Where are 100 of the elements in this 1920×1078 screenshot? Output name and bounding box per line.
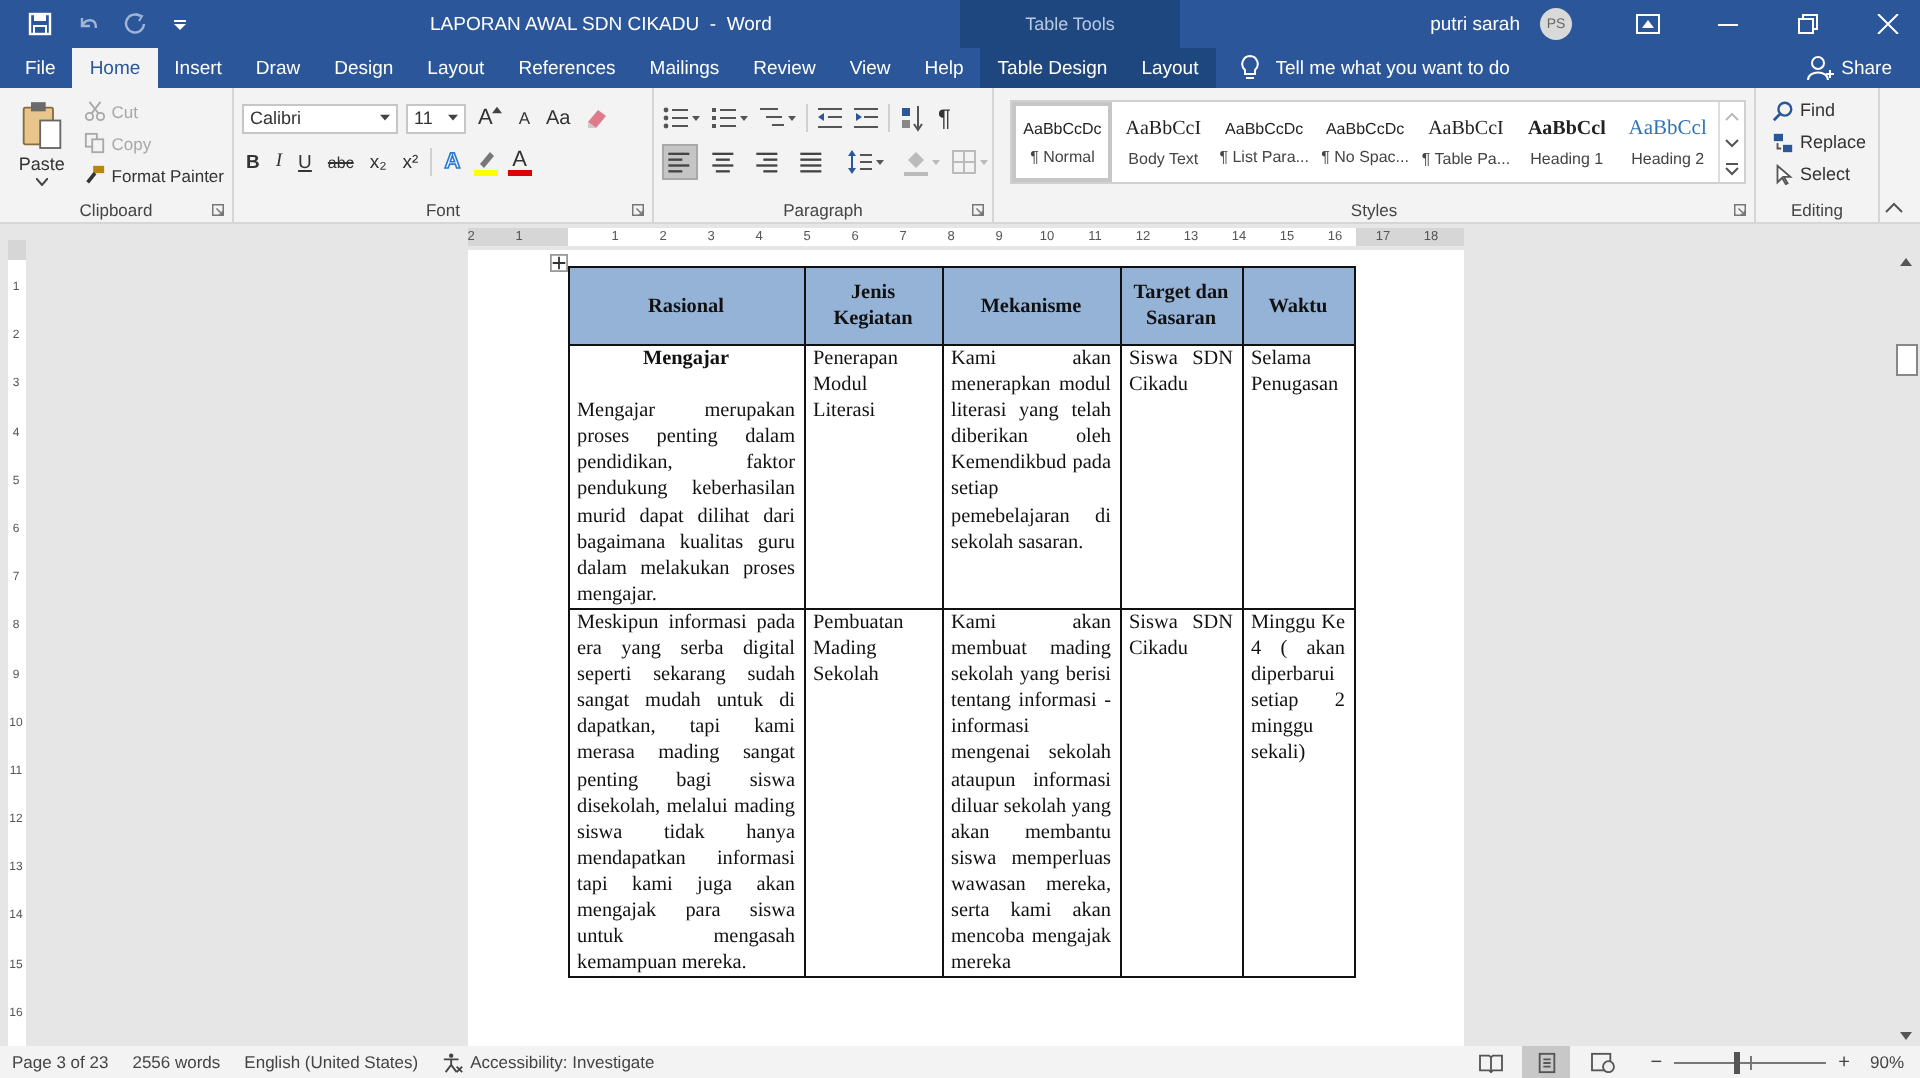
group-label: Paragraph [783,199,863,219]
ribbon-tab[interactable]: Layout [1124,48,1216,88]
ribbon-tab[interactable]: References [501,48,633,88]
column-header: Target dan Sasaran [1120,267,1242,345]
table-cell: Selama Penugasan [1242,345,1354,609]
style-item[interactable]: AaBbCcI Body Text [1112,102,1214,182]
accessibility-status[interactable]: Accessibility: Investigate [470,1052,655,1072]
column-header: Waktu [1242,267,1354,345]
sort-icon[interactable] [898,104,926,132]
zoom-level[interactable]: 90% [1869,1052,1904,1072]
accessibility-icon[interactable] [442,1051,465,1073]
clipboard-command[interactable]: Format Painter [83,160,224,190]
editing-command[interactable]: Find [1772,96,1870,124]
customize-icon[interactable] [172,16,188,32]
style-item[interactable]: AaBbCcDc ¶ List Para... [1213,102,1315,182]
font-size-field[interactable]: 11 [406,103,466,133]
table-move-handle-icon[interactable] [549,254,567,272]
numbering-icon[interactable] [710,104,750,132]
dialog-launcher-icon[interactable] [212,203,224,215]
table-cell: Minggu Ke 4 ( akan diperbarui setiap 2 minggu sekali) [1242,608,1354,978]
eraser-icon[interactable] [582,104,611,132]
group-label: Clipboard [79,199,153,219]
style-item[interactable]: AaBbCcDc ¶ Normal [1012,102,1113,182]
ribbon-tab[interactable]: View [832,48,908,88]
multilevel-list-icon[interactable] [758,104,798,132]
web-page-icon [1589,1051,1616,1073]
column-header: Rasional [568,267,804,345]
shrink-font-button[interactable]: A [514,102,535,134]
pointer-icon [1772,163,1794,185]
paste-button[interactable]: Paste [8,96,76,196]
grow-font-button[interactable]: A [474,102,507,134]
style-item[interactable]: AaBbCcl Heading 2 [1617,102,1719,182]
zoom-out-button[interactable]: − [1650,1051,1663,1073]
format-button[interactable]: I [271,146,287,178]
align-button[interactable] [662,144,698,180]
replace-icon [1772,131,1794,153]
ribbon-tab[interactable]: Review [736,48,833,88]
format-button[interactable]: abc [323,146,358,178]
ribbon-tab[interactable]: Help [907,48,981,88]
ribbon-tab[interactable]: File [8,48,73,88]
caret-icon [35,178,48,186]
zoom-in-button[interactable]: + [1838,1051,1850,1073]
save-icon[interactable] [28,12,52,36]
scroll-down-icon[interactable] [1724,133,1741,150]
context-title: Table Tools [960,0,1180,48]
restore-icon[interactable] [1796,14,1820,34]
font-name-field[interactable]: Calibri [242,103,398,133]
person-icon [1805,54,1834,82]
font-color-button[interactable]: A [508,148,531,176]
highlighter-icon[interactable] [472,148,501,176]
ribbon-display-icon[interactable] [1636,14,1660,34]
style-item[interactable]: AaBbCcI ¶ Table Pa... [1415,102,1517,182]
close-icon[interactable] [1876,14,1900,34]
table-cell: Meskipun informasi pada era yang serba digital seperti sekarang sudah sangat mudah untuk di dapatkan, tapi kami merasa mading sangat penting bagi siswa disekolah, melalui mading siswa tidak hanya mendapatkan informasi tapi kami juga akan mengajak para siswa untuk mengasah kemampuan mereka. [568,608,804,978]
more-icon[interactable] [1724,160,1741,177]
ribbon-tab[interactable]: Draw [238,48,318,88]
bullets-icon[interactable] [662,104,702,132]
editing-command[interactable]: Replace [1772,128,1870,156]
editing-command[interactable]: Select [1772,160,1870,188]
table-cell: Pembuatan Mading Sekolah [804,608,942,978]
style-item[interactable]: AaBbCcDc ¶ No Spac... [1314,102,1416,182]
change-case-button[interactable]: Aa [542,102,575,134]
tell-me-field[interactable]: Tell me what you want to do [1271,55,1560,81]
group-label: Styles [1350,199,1398,219]
ribbon-tab[interactable]: Insert [157,48,239,88]
word-count[interactable]: 2556 words [132,1052,221,1072]
dialog-launcher-icon[interactable] [972,203,984,215]
language-indicator[interactable]: English (United States) [244,1052,419,1072]
share-button[interactable]: Share [1805,48,1892,88]
search-icon [1772,99,1794,121]
redo-icon[interactable] [124,12,148,36]
scrollbar-thumb[interactable] [1895,344,1917,376]
group-label: Editing [1791,199,1843,219]
zoom-slider-thumb[interactable] [1733,1051,1740,1073]
line-spacing-icon[interactable] [846,148,886,176]
ribbon-tab[interactable]: Design [317,48,411,88]
up-arrow-icon [492,106,503,114]
format-button[interactable]: x² [398,146,423,178]
table-cell: Kami akan membuat mading sekolah yang berisi tentang informasi - informasi mengenai sekolah ataupun informasi diluar sekolah yang akan membantu siswa memperluas wawasan mereka, serta kami akan mencoba mengajak mereka [942,608,1120,978]
clipboard-icon [19,100,64,152]
ribbon-tab[interactable]: Mailings [632,48,737,88]
format-button[interactable]: x₂ [365,146,391,178]
paintbrush-icon [83,164,106,186]
group-label: Font [425,199,460,219]
ribbon-tab[interactable]: Table Design [980,48,1125,88]
decrease-indent-icon[interactable] [816,104,844,132]
ribbon-tab[interactable]: Home [72,48,158,88]
view-button[interactable] [1522,1046,1571,1078]
style-item[interactable]: AaBbCcl Heading 1 [1516,102,1618,182]
table-cell: Siswa SDN Cikadu [1120,608,1242,978]
caret-icon [380,114,390,122]
ribbon-tab[interactable]: Layout [410,48,502,88]
increase-indent-icon[interactable] [852,104,880,132]
show-formatting-button[interactable]: ¶ [934,102,955,134]
collapse-ribbon-icon[interactable] [1884,202,1904,214]
dialog-launcher-icon[interactable] [632,203,644,215]
format-button[interactable]: B [242,146,264,178]
dialog-launcher-icon[interactable] [1734,203,1746,215]
page-count[interactable]: Page 3 of 23 [12,1052,109,1072]
format-button[interactable]: U [294,146,316,178]
